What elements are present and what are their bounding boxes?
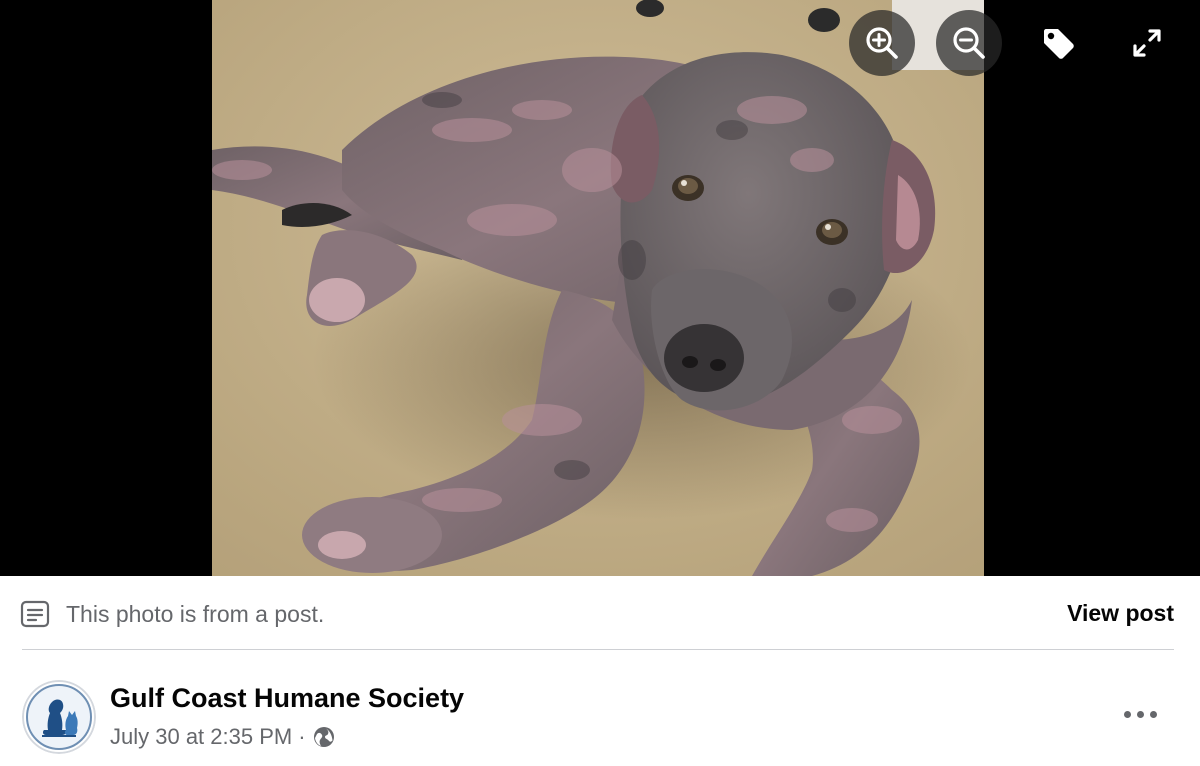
view-post-link[interactable]: View post	[1067, 600, 1174, 627]
post-note-icon	[20, 600, 50, 628]
photo-viewer	[0, 0, 1200, 576]
more-options-icon-dot	[1149, 710, 1157, 718]
humane-society-logo	[22, 680, 96, 754]
zoom-out-icon	[953, 27, 985, 59]
fullscreen-expand-icon	[1133, 29, 1161, 57]
post-timestamp[interactable]: July 30 at 2:35 PM	[110, 724, 292, 750]
photo-dog[interactable]	[212, 0, 984, 576]
tag-icon	[1044, 29, 1074, 59]
tag-button[interactable]	[1025, 10, 1091, 76]
fullscreen-button[interactable]	[1114, 10, 1180, 76]
zoom-in-icon	[866, 27, 898, 59]
photo-image	[212, 0, 984, 576]
more-options-icon	[1123, 710, 1131, 718]
author-name[interactable]: Gulf Coast Humane Society	[110, 683, 464, 714]
post-origin-banner: This photo is from a post. View post	[0, 576, 1200, 650]
avatar[interactable]	[22, 680, 96, 754]
post-header: Gulf Coast Humane Society July 30 at 2:3…	[0, 650, 1200, 766]
meta-separator: ·	[298, 724, 306, 749]
zoom-in-button[interactable]	[849, 10, 915, 76]
post-origin-text: This photo is from a post.	[66, 601, 325, 627]
more-options-button[interactable]	[1110, 694, 1170, 734]
post-meta: July 30 at 2:35 PM ·	[110, 724, 336, 750]
more-options-icon-dot	[1136, 710, 1144, 718]
globe-icon[interactable]	[312, 725, 336, 749]
zoom-out-button[interactable]	[936, 10, 1002, 76]
